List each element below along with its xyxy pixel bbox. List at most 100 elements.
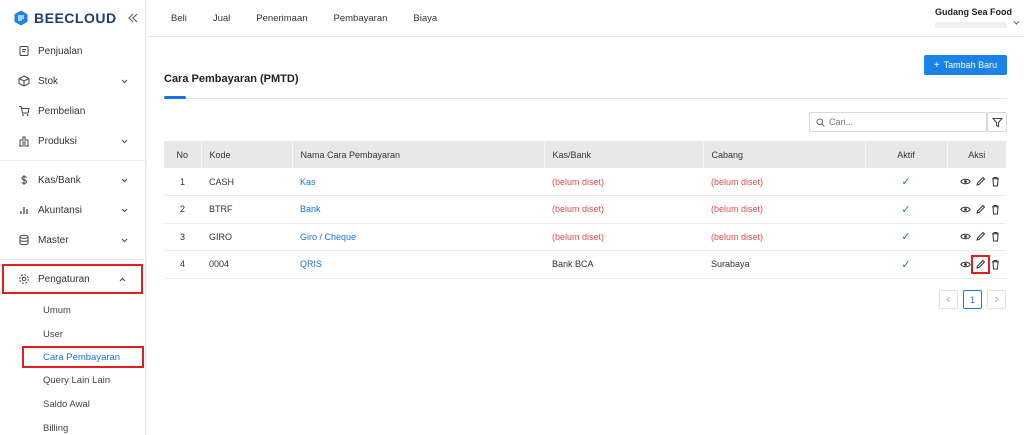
column-header-no[interactable]: No [164,141,202,168]
submenu-item-umum[interactable]: Umum [0,298,145,322]
page-number-button[interactable]: 1 [963,290,982,309]
submenu-item-query-lain-lain[interactable]: Query Lain Lain [0,368,145,392]
table-row: 3 GIRO Giro / Cheque (belum diset) (belu… [164,223,1006,251]
table-row: 1 CASH Kas (belum diset) (belum diset) ✓ [164,168,1006,196]
page-title: Cara Pembayaran (PMTD) [164,73,299,85]
cell-cabang: (belum diset) [711,204,764,215]
sidebar: BEECLOUD Penjualan Stok Pembelian Produk… [0,0,146,435]
topnav-jual[interactable]: Jual [213,13,230,24]
sidebar-item-master[interactable]: Master [0,225,145,255]
box-icon [18,75,30,87]
sidebar-item-pengaturan[interactable]: Pengaturan [2,264,143,294]
divider [0,259,145,260]
pagination: 1 [934,290,1006,309]
sidebar-item-akuntansi[interactable]: Akuntansi [0,195,145,225]
cell-nama-link[interactable]: Giro / Cheque [292,223,544,251]
next-page-button[interactable] [987,290,1006,309]
cell-no: 1 [179,176,185,187]
delete-icon[interactable] [990,176,1001,187]
sidebar-item-label: Akuntansi [38,204,82,216]
payment-methods-table: No Kode Nama Cara Pembayaran Kas/Bank Ca… [164,141,1006,279]
cell-nama-link[interactable]: Bank [292,196,544,224]
search-input[interactable] [829,117,969,127]
topnav-biaya[interactable]: Biaya [413,13,437,24]
delete-icon[interactable] [990,259,1001,270]
caret-down-icon [1013,21,1020,25]
column-header-aktif[interactable]: Aktif [865,141,948,168]
delete-icon[interactable] [990,204,1001,215]
chevron-left-icon [946,296,950,303]
sidebar-item-kas-bank[interactable]: Kas/Bank [0,165,145,195]
cell-kas-bank: (belum diset) [552,176,605,187]
submenu-item-billing[interactable]: Billing [0,416,145,435]
row-actions [955,231,1006,242]
edit-icon[interactable] [975,176,986,187]
sidebar-item-stok[interactable]: Stok [0,66,145,96]
cell-nama-link[interactable]: QRIS [292,251,544,279]
view-icon[interactable] [960,176,971,187]
delete-icon[interactable] [990,231,1001,242]
pengaturan-submenu: Umum User Cara Pembayaran Query Lain Lai… [0,298,145,435]
column-header-nama[interactable]: Nama Cara Pembayaran [292,141,545,168]
topnav-penerimaan[interactable]: Penerimaan [256,13,307,24]
column-header-kode[interactable]: Kode [201,141,293,168]
sidebar-item-label: Kas/Bank [38,174,81,186]
view-icon[interactable] [960,231,971,242]
top-nav: Beli Jual Penerimaan Pembayaran Biaya [147,13,463,24]
chevron-down-icon [121,238,128,242]
topnav-pembayaran[interactable]: Pembayaran [334,13,388,24]
topnav-beli[interactable]: Beli [171,13,187,24]
chevron-up-icon [119,277,126,281]
collapse-sidebar-icon[interactable] [127,12,139,24]
main-content: + Tambah Baru Cara Pembayaran (PMTD) No … [147,37,1024,435]
cell-no: 2 [179,204,185,215]
bar-chart-icon [18,204,30,216]
submenu-item-cara-pembayaran[interactable]: Cara Pembayaran [22,346,144,368]
edit-icon[interactable] [975,204,986,215]
cell-cabang: (belum diset) [711,176,764,187]
submenu-item-saldo-awal[interactable]: Saldo Awal [0,392,145,416]
submenu-item-user[interactable]: User [0,322,145,346]
chevron-down-icon [121,79,128,83]
company-name: Gudang Sea Food [934,7,1012,17]
factory-icon [18,135,30,147]
plus-icon: + [933,59,940,71]
sidebar-item-pembelian[interactable]: Pembelian [0,96,145,126]
filter-button[interactable] [987,112,1007,132]
sidebar-item-label: Stok [38,75,59,87]
row-actions [955,254,1006,274]
sidebar-item-label: Penjualan [38,45,83,57]
cell-kode: GIRO [209,231,233,242]
brand-name: BEECLOUD [34,10,117,26]
check-icon: ✓ [901,176,911,188]
chevron-down-icon [121,178,128,182]
company-switcher[interactable]: Gudang Sea Food [934,7,1020,28]
table-row: 2 BTRF Bank (belum diset) (belum diset) … [164,196,1006,224]
row-actions [955,176,1006,187]
sidebar-item-label: Master [38,234,69,246]
sidebar-nav: Penjualan Stok Pembelian Produksi Kas/Ba… [0,36,145,294]
cell-cabang: Surabaya [711,259,750,270]
brand[interactable]: BEECLOUD [0,0,145,36]
column-header-cabang[interactable]: Cabang [703,141,866,168]
search-icon [816,118,825,127]
sidebar-item-produksi[interactable]: Produksi [0,126,145,156]
topbar: Beli Jual Penerimaan Pembayaran Biaya Gu… [147,0,1024,37]
edit-icon[interactable] [971,254,990,274]
edit-icon[interactable] [975,231,986,242]
add-new-label: Tambah Baru [943,60,998,70]
cell-kode: CASH [209,176,235,187]
view-icon[interactable] [960,259,971,270]
view-icon[interactable] [960,204,971,215]
add-new-button[interactable]: + Tambah Baru [924,55,1007,75]
chevron-right-icon [995,296,999,303]
cell-no: 3 [179,231,185,242]
column-header-kas-bank[interactable]: Kas/Bank [544,141,704,168]
search-box[interactable] [809,112,987,132]
filter-icon [991,117,1003,127]
sidebar-item-penjualan[interactable]: Penjualan [0,36,145,66]
cell-nama-link[interactable]: Kas [292,168,544,196]
beecloud-logo-icon [14,10,28,26]
cell-kode: BTRF [209,204,233,215]
prev-page-button[interactable] [939,290,958,309]
